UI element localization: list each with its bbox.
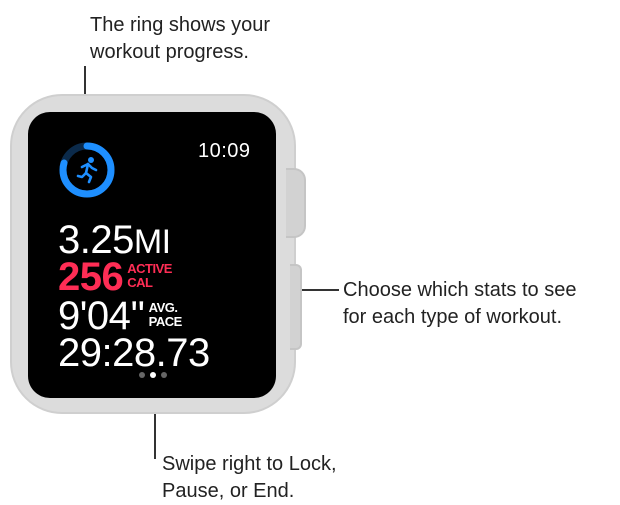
watch-time: 10:09 xyxy=(198,140,251,162)
pace-stat: 9'04'' AVG. PACE xyxy=(58,296,182,336)
pace-unit-line-1: AVG. xyxy=(148,300,178,315)
stats-callout-line-1: Choose which stats to see xyxy=(343,279,577,301)
distance-unit: MI xyxy=(133,223,171,261)
stats-callout: Choose which stats to see for each type … xyxy=(343,277,613,331)
page-dot xyxy=(139,372,145,378)
page-indicator[interactable] xyxy=(139,372,167,378)
ring-callout-line-1: The ring shows your xyxy=(90,14,271,36)
ring-callout-line-2: workout progress. xyxy=(90,41,249,63)
active-cal-stat: 256 ACTIVE CAL xyxy=(58,257,172,297)
swipe-callout: Swipe right to Lock, Pause, or End. xyxy=(162,451,402,505)
active-cal-unit-line-1: ACTIVE xyxy=(127,261,172,276)
workout-progress-ring[interactable] xyxy=(58,141,116,199)
digital-crown[interactable] xyxy=(286,168,306,238)
stats-callout-line-2: for each type of workout. xyxy=(343,306,563,328)
ring-callout: The ring shows your workout progress. xyxy=(90,12,350,66)
pace-unit: AVG. PACE xyxy=(148,300,183,329)
duration-stat: 29:28.73 xyxy=(58,333,210,373)
running-figure-icon xyxy=(76,157,98,184)
active-cal-value: 256 xyxy=(58,255,124,299)
duration-value: 29:28.73 xyxy=(58,331,210,375)
pace-unit-line-2: PACE xyxy=(148,314,183,329)
swipe-callout-line-1: Swipe right to Lock, xyxy=(162,453,337,475)
page-dot-active xyxy=(150,372,156,378)
active-cal-unit-line-2: CAL xyxy=(127,275,153,290)
page-dot xyxy=(161,372,167,378)
active-cal-unit: ACTIVE CAL xyxy=(127,262,172,290)
swipe-callout-line-2: Pause, or End. xyxy=(162,480,295,502)
side-button[interactable] xyxy=(290,264,302,350)
